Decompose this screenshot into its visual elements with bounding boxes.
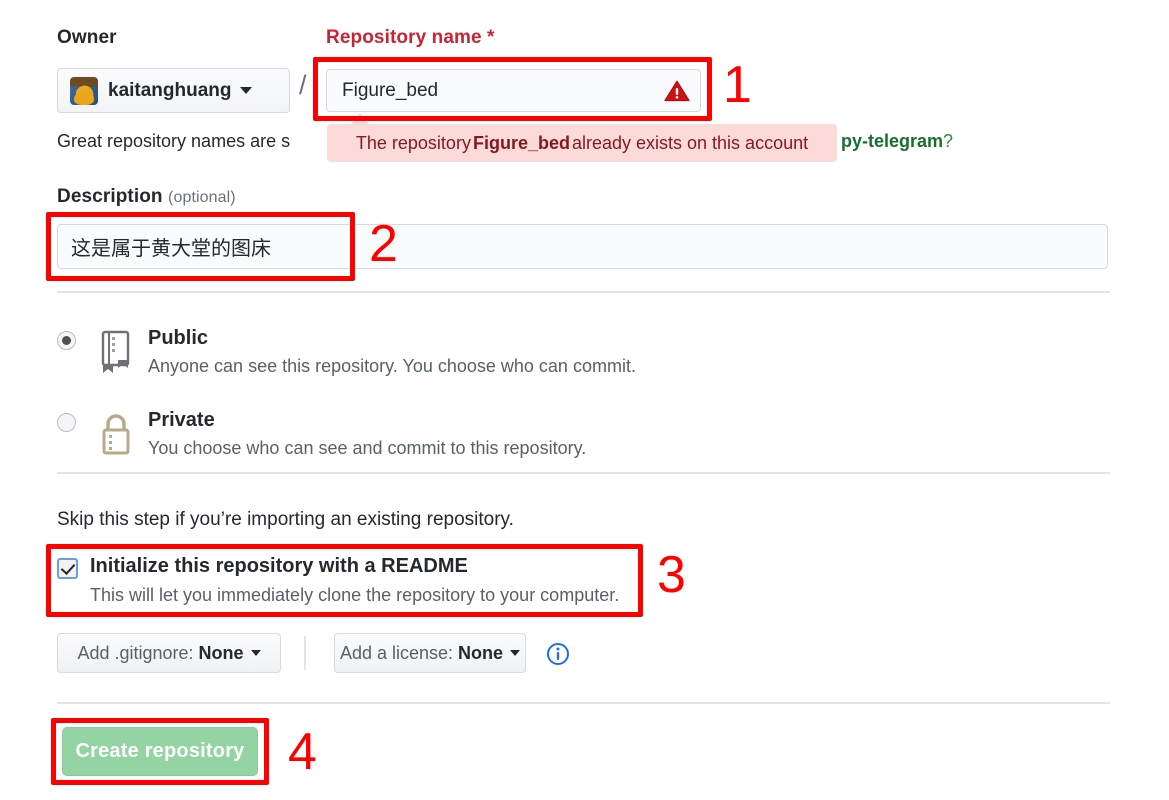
create-repository-button[interactable]: Create repository: [62, 727, 258, 776]
visibility-private-title: Private: [148, 409, 215, 431]
owner-name: kaitanghuang: [108, 79, 232, 101]
hint-suggestion-text: py-telegram: [841, 131, 944, 151]
description-input[interactable]: [57, 224, 1108, 269]
visibility-public-text: Public Anyone can see this repository. Y…: [148, 325, 636, 379]
description-optional-text: (optional): [168, 189, 236, 206]
gitignore-value: None: [198, 642, 244, 663]
license-prefix: Add a license:: [339, 642, 454, 663]
license-value: None: [458, 642, 504, 663]
warning-triangle-icon: [664, 80, 690, 101]
license-dropdown[interactable]: Add a license: None: [334, 633, 526, 673]
visibility-public-title: Public: [148, 327, 209, 349]
visibility-public-description: Anyone can see this repository. You choo…: [148, 356, 636, 376]
annotation-number-4: 4: [288, 723, 317, 781]
visibility-option-public[interactable]: Public Anyone can see this repository. Y…: [57, 325, 636, 379]
readme-label: Initialize this repository with a README: [90, 555, 468, 577]
tooltip-repo-name: Figure_bed: [472, 132, 570, 153]
private-lock-icon: [102, 414, 130, 455]
owner-dropdown[interactable]: kaitanghuang: [57, 68, 290, 113]
divider: [57, 291, 1110, 293]
info-circle-icon[interactable]: [546, 642, 570, 666]
visibility-private-text: Private You choose who can see and commi…: [148, 407, 586, 461]
readme-description: This will let you immediately clone the …: [90, 585, 620, 605]
chevron-down-icon: [510, 650, 521, 656]
radio-public[interactable]: [57, 331, 76, 350]
description-label: Description (optional): [57, 186, 236, 208]
hint-suggestion-punctuation: ?: [943, 131, 954, 151]
create-repository-form: Owner Repository name * kaitanghuang / G…: [0, 0, 1169, 800]
chevron-down-icon: [250, 650, 261, 656]
repository-name-input[interactable]: [340, 78, 664, 103]
repository-name-label: Repository name *: [326, 27, 495, 48]
tooltip-arrow-icon: [351, 113, 369, 124]
divider: [57, 472, 1110, 474]
initialize-readme-row[interactable]: Initialize this repository with a README…: [57, 553, 619, 608]
divider: [304, 636, 306, 670]
owner-repo-separator: /: [299, 70, 307, 100]
skip-step-text: Skip this step if you’re importing an ex…: [57, 509, 514, 530]
gitignore-dropdown[interactable]: Add .gitignore: None: [57, 633, 281, 673]
gitignore-prefix: Add .gitignore:: [77, 642, 194, 663]
readme-text: Initialize this repository with a README…: [90, 553, 619, 608]
chevron-down-icon: [239, 87, 252, 94]
annotation-number-1: 1: [723, 56, 752, 114]
public-book-icon: [101, 330, 130, 373]
radio-private[interactable]: [57, 413, 76, 432]
divider: [57, 702, 1110, 704]
visibility-option-private[interactable]: Private You choose who can see and commi…: [57, 407, 586, 461]
visibility-private-description: You choose who can see and commit to thi…: [148, 438, 587, 458]
tooltip-suffix: already exists on this account: [571, 132, 809, 153]
repository-name-field[interactable]: [326, 69, 701, 112]
annotation-number-3: 3: [657, 546, 686, 604]
repository-exists-tooltip: The repository Figure_bed already exists…: [327, 124, 837, 162]
tooltip-prefix: The repository: [355, 132, 471, 153]
readme-checkbox[interactable]: [57, 558, 78, 579]
avatar: [70, 76, 98, 105]
owner-label: Owner: [57, 27, 117, 48]
repository-name-hint-suggestion[interactable]: py-telegram?: [841, 131, 953, 152]
repository-name-hint: Great repository names are s: [57, 131, 291, 151]
description-label-text: Description: [57, 186, 163, 207]
